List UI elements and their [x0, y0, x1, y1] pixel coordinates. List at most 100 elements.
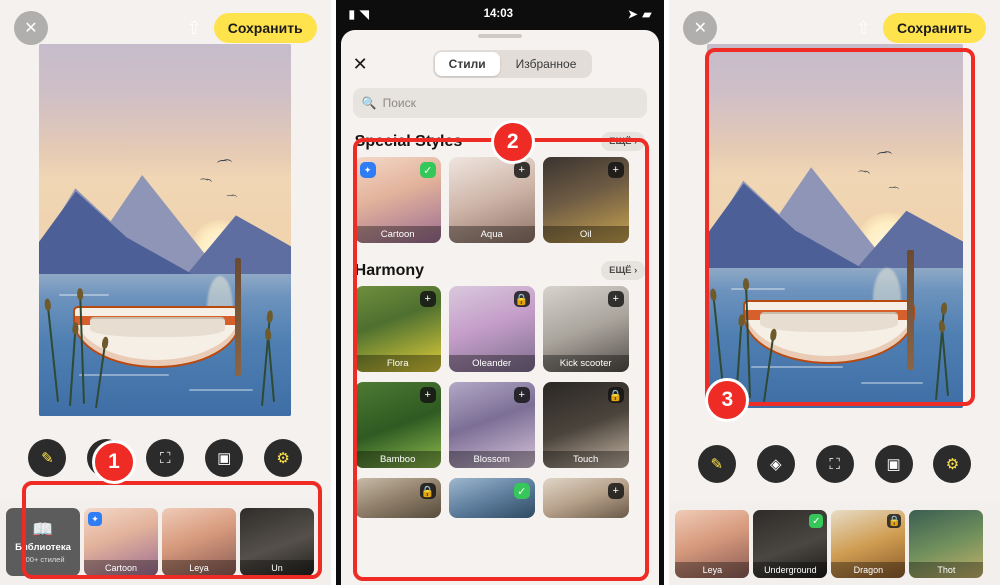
share-icon[interactable]: ⇧ — [856, 19, 871, 37]
style-grid-special: ✦ ✓ Cartoon + Aqua + Oil — [341, 155, 660, 253]
panel-styles-sheet: ▮ ◥ 14:03 ➤ ▰ ✕ Стили Избранное 🔍 Поиск … — [334, 0, 666, 585]
more-button-special[interactable]: ЕЩЁ › — [601, 132, 646, 151]
adjust-icon[interactable]: ⚙ — [264, 439, 303, 477]
plus-icon[interactable]: + — [419, 291, 436, 307]
artwork-image-3[interactable] — [706, 44, 963, 408]
section-title: Harmony — [354, 261, 425, 279]
style-card-bamboo[interactable]: + Bamboo — [354, 382, 441, 468]
panel-editor-before: ✕ ⇧ Сохранить ✎ ◈ ⛶ ▣ ⚙ 📖 Библиотека 700… — [0, 0, 331, 585]
style-card-oil[interactable]: + Oil — [542, 157, 629, 243]
close-icon[interactable]: ✕ — [14, 11, 48, 45]
artwork-image-1[interactable] — [39, 44, 292, 416]
lock-icon: 🔒 — [513, 291, 530, 307]
style-card-row4-1[interactable]: 🔒 — [354, 478, 441, 518]
save-button[interactable]: Сохранить — [883, 13, 987, 43]
tab-favorites[interactable]: Избранное — [502, 52, 591, 76]
selected-check-icon: ✓ — [513, 483, 530, 499]
plus-icon[interactable]: + — [419, 387, 436, 403]
bird — [200, 178, 209, 183]
edit-icon[interactable]: ✎ — [28, 439, 67, 477]
annotation-badge-2: 2 — [490, 120, 535, 164]
close-icon[interactable]: ✕ — [683, 11, 718, 45]
styles-scroll-list[interactable]: Special Styles ЕЩЁ › ✦ ✓ Cartoon + Aqua … — [341, 124, 660, 585]
background-icon[interactable]: ▣ — [874, 445, 913, 483]
plus-icon[interactable]: + — [607, 483, 624, 499]
style-card-kick-scooter[interactable]: + Kick scooter — [542, 286, 629, 372]
close-icon[interactable]: ✕ — [353, 54, 368, 75]
section-title: Special Styles — [354, 132, 463, 150]
location-icon: ➤ — [627, 9, 638, 21]
search-input[interactable]: 🔍 Поиск — [352, 88, 648, 118]
boat — [73, 306, 242, 368]
plus-icon[interactable]: + — [513, 162, 530, 178]
mooring-pole — [906, 250, 914, 370]
style-card-touch[interactable]: 🔒 Touch — [542, 382, 629, 468]
style-chip-leya[interactable]: Leya — [675, 510, 750, 578]
share-icon[interactable]: ⇧ — [187, 19, 202, 37]
style-card-oleander[interactable]: 🔒 Oleander — [448, 286, 535, 372]
plus-icon[interactable]: + — [513, 387, 530, 403]
style-grid-row4: 🔒 ✓ + — [341, 478, 660, 528]
bird — [888, 186, 896, 191]
premium-icon: ✦ — [88, 512, 102, 526]
battery-icon: ▰ — [642, 9, 652, 21]
style-card-row4-3[interactable]: + — [542, 478, 629, 518]
status-bar: ▮ ◥ 14:03 ➤ ▰ — [335, 0, 666, 28]
artwork-container-1 — [0, 44, 331, 416]
background-icon[interactable]: ▣ — [205, 439, 244, 477]
boat — [742, 300, 915, 364]
mask-icon[interactable]: ⛶ — [146, 439, 185, 477]
style-chip-underground[interactable]: ✓ Underground — [753, 510, 828, 578]
save-button[interactable]: Сохранить — [213, 13, 317, 43]
style-card-cartoon[interactable]: ✦ ✓ Cartoon — [354, 157, 441, 243]
panel-divider — [664, 0, 668, 585]
cellular-icon: ▮ — [348, 9, 356, 21]
section-header-harmony: Harmony ЕЩЁ › — [341, 253, 660, 284]
style-chip-thot[interactable]: Thot — [909, 510, 984, 578]
library-chip[interactable]: 📖 Библиотека 700+ стилей — [6, 508, 80, 576]
layers-icon[interactable]: ◈ — [756, 445, 795, 483]
style-strip-3[interactable]: Leya ✓ Underground 🔒 Dragon Thot — [669, 503, 1000, 585]
bird — [217, 159, 228, 166]
style-chip-dragon[interactable]: 🔒 Dragon — [831, 510, 906, 578]
annotation-badge-1: 1 — [92, 440, 136, 484]
style-strip-1[interactable]: 📖 Библиотека 700+ стилей ✦ Cartoon Leya … — [0, 499, 331, 585]
style-card-aqua[interactable]: + Aqua — [448, 157, 535, 243]
tab-styles[interactable]: Стили — [434, 52, 500, 76]
editor-topbar-1: ✕ ⇧ Сохранить — [0, 0, 331, 56]
drag-handle[interactable] — [478, 34, 522, 38]
style-chip-leya[interactable]: Leya — [162, 508, 236, 576]
mask-icon[interactable]: ⛶ — [815, 445, 854, 483]
lock-icon: 🔒 — [887, 514, 902, 528]
selected-check-icon: ✓ — [809, 514, 824, 528]
style-chip-cartoon[interactable]: ✦ Cartoon — [84, 508, 158, 576]
status-time: 14:03 — [483, 8, 514, 20]
sheet-header: ✕ Стили Избранное — [341, 42, 660, 86]
style-card-row4-2[interactable]: ✓ — [448, 478, 535, 518]
screenshot-stage: ✕ ⇧ Сохранить ✎ ◈ ⛶ ▣ ⚙ 📖 Библиотека 700… — [0, 0, 1000, 585]
plus-icon[interactable]: + — [607, 291, 624, 307]
wifi-icon: ◥ — [360, 9, 369, 21]
selected-check-icon: ✓ — [419, 162, 436, 178]
premium-icon: ✦ — [359, 162, 376, 178]
search-icon: 🔍 — [361, 96, 377, 110]
panel-divider — [332, 0, 336, 585]
bird — [876, 151, 887, 158]
bird — [226, 194, 234, 199]
styles-sheet: ✕ Стили Избранное 🔍 Поиск Special Styles… — [340, 30, 660, 585]
edit-icon[interactable]: ✎ — [697, 445, 736, 483]
style-card-blossom[interactable]: + Blossom — [448, 382, 535, 468]
mooring-pole — [235, 258, 242, 376]
plus-icon[interactable]: + — [607, 162, 624, 178]
more-button-harmony[interactable]: ЕЩЁ › — [601, 261, 646, 280]
tool-row-3: ✎ ◈ ⛶ ▣ ⚙ — [669, 445, 1000, 483]
style-chip-un[interactable]: Un — [240, 508, 314, 576]
tool-row-1: ✎ ◈ ⛶ ▣ ⚙ — [0, 439, 331, 477]
lock-icon: 🔒 — [607, 387, 624, 403]
style-card-flora[interactable]: + Flora — [354, 286, 441, 372]
sheet-handle-row[interactable] — [341, 30, 660, 42]
adjust-icon[interactable]: ⚙ — [933, 445, 972, 483]
style-grid-harmony-row2: + Bamboo + Blossom 🔒 Touch — [341, 382, 660, 478]
tab-group[interactable]: Стили Избранное — [432, 50, 593, 78]
panel-editor-after: ✕ ⇧ Сохранить ✎ ◈ ⛶ ▣ ⚙ Leya ✓ Undergrou… — [669, 0, 1000, 585]
